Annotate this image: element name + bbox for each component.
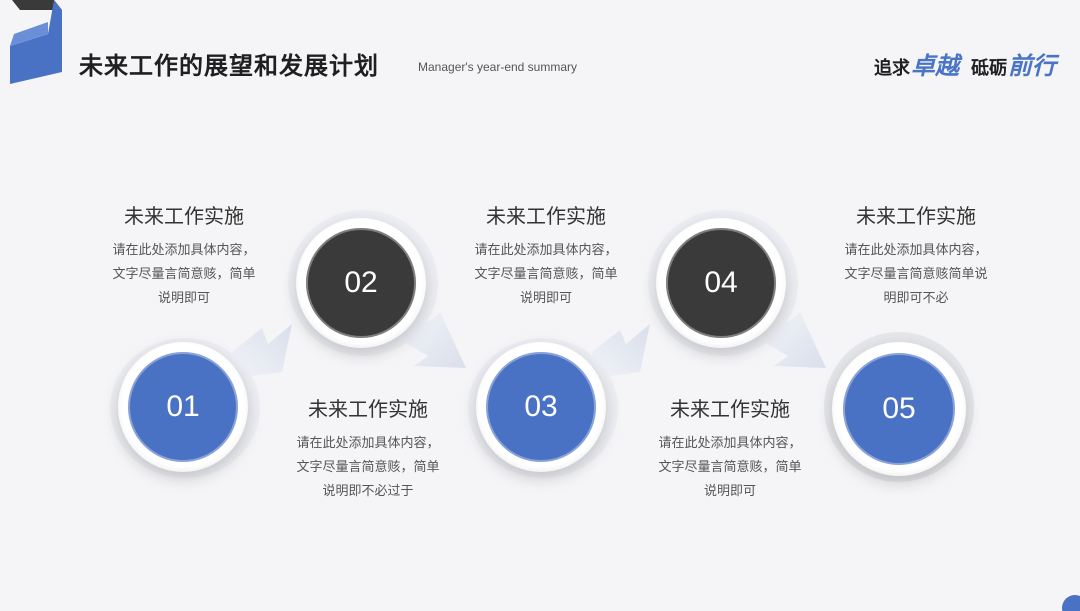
step-line-03-1: 请在此处添加具体内容， bbox=[474, 243, 618, 258]
step-number-02: 02 bbox=[306, 228, 416, 338]
step-line-04-2: 文字尽量言简意赅，简单 bbox=[658, 460, 802, 475]
step-heading-02: 未来工作实施 bbox=[308, 397, 428, 421]
slide: 未来工作的展望和发展计划 Manager's year-end summary … bbox=[0, 0, 1080, 611]
step-line-04-1: 请在此处添加具体内容， bbox=[658, 436, 802, 451]
step-line-04-3: 说明即可 bbox=[703, 484, 756, 499]
step-line-02-3: 说明即不必过于 bbox=[322, 484, 414, 499]
step-line-02-1: 请在此处添加具体内容， bbox=[296, 436, 440, 451]
step-heading-05: 未来工作实施 bbox=[856, 204, 976, 228]
step-text-01: 未来工作实施 请在此处添加具体内容， 文字尽量言简意赅，简单 说明即可 bbox=[84, 200, 284, 311]
step-line-05-1: 请在此处添加具体内容， bbox=[844, 243, 988, 258]
step-heading-03: 未来工作实施 bbox=[486, 204, 606, 228]
step-number-04: 04 bbox=[666, 228, 776, 338]
step-line-03-3: 说明即可 bbox=[519, 291, 572, 306]
step-heading-01: 未来工作实施 bbox=[124, 204, 244, 228]
step-text-02: 未来工作实施 请在此处添加具体内容， 文字尽量言简意赅，简单 说明即不必过于 bbox=[268, 393, 468, 504]
step-line-05-3: 明即可不必 bbox=[883, 291, 949, 306]
step-text-04: 未来工作实施 请在此处添加具体内容， 文字尽量言简意赅，简单 说明即可 bbox=[630, 393, 830, 504]
step-line-05-2: 文字尽量言简意赅简单说 bbox=[844, 267, 988, 282]
step-line-01-2: 文字尽量言简意赅，简单 bbox=[112, 267, 256, 282]
step-line-02-2: 文字尽量言简意赅，简单 bbox=[296, 460, 440, 475]
step-line-01-1: 请在此处添加具体内容， bbox=[112, 243, 256, 258]
step-number-05: 05 bbox=[843, 353, 955, 465]
step-number-03: 03 bbox=[486, 352, 596, 462]
step-line-03-2: 文字尽量言简意赅，简单 bbox=[474, 267, 618, 282]
step-heading-04: 未来工作实施 bbox=[670, 397, 790, 421]
step-line-01-3: 说明即可 bbox=[157, 291, 210, 306]
step-text-05: 未来工作实施 请在此处添加具体内容， 文字尽量言简意赅简单说 明即可不必 bbox=[816, 200, 1016, 311]
step-number-01: 01 bbox=[128, 352, 238, 462]
step-text-03: 未来工作实施 请在此处添加具体内容， 文字尽量言简意赅，简单 说明即可 bbox=[446, 200, 646, 311]
